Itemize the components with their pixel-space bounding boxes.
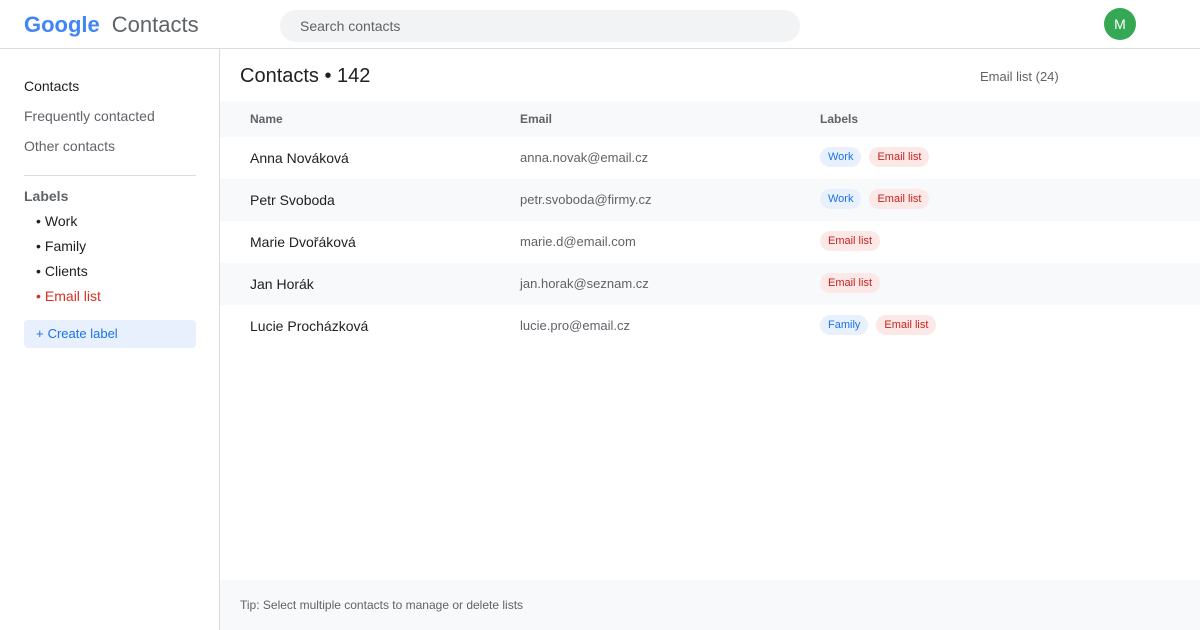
label-chip-family[interactable]: Family xyxy=(820,315,869,335)
create-label-text: Create label xyxy=(47,326,118,341)
search-bar xyxy=(280,10,800,42)
active-filter-badge[interactable]: Email list (24) xyxy=(980,69,1059,85)
label-chip-work[interactable]: Work xyxy=(820,147,862,167)
table-row[interactable]: Marie Dvořáková marie.d@email.com Email … xyxy=(220,221,1200,263)
contact-name: Jan Horák xyxy=(250,276,314,292)
footer-tip-text: Tip: Select multiple contacts to manage … xyxy=(240,598,524,612)
label-chip-email-list[interactable]: Email list xyxy=(869,147,930,167)
contact-labels: Email list xyxy=(820,273,881,293)
contact-labels: Email list xyxy=(820,231,881,251)
column-header-name[interactable]: Name xyxy=(250,101,283,137)
page-title: Contacts • 142 xyxy=(240,65,371,87)
label-chip-email-list[interactable]: Email list xyxy=(869,189,930,209)
sidebar: Contacts Frequently contacted Other cont… xyxy=(0,49,220,630)
tip-footer: Tip: Select multiple contacts to manage … xyxy=(220,580,1200,630)
table-row[interactable]: Petr Svoboda petr.svoboda@firmy.cz Work … xyxy=(220,179,1200,221)
sidebar-label-text: Email list xyxy=(44,288,101,304)
contact-email: petr.svoboda@firmy.cz xyxy=(520,192,652,207)
sidebar-label-family[interactable]: • Family xyxy=(36,237,86,255)
contact-email: lucie.pro@email.cz xyxy=(520,318,631,333)
sidebar-label-clients[interactable]: • Clients xyxy=(36,262,88,280)
label-chip-email-list[interactable]: Email list xyxy=(876,315,937,335)
contact-labels: Family Email list xyxy=(820,315,937,335)
sidebar-item-frequently-contacted[interactable]: Frequently contacted xyxy=(24,107,155,125)
contact-email: anna.novak@email.cz xyxy=(520,150,649,165)
label-bullet: • xyxy=(36,213,41,229)
contact-labels: Work Email list xyxy=(820,189,930,209)
labels-heading: Labels xyxy=(24,188,69,204)
contact-labels: Work Email list xyxy=(820,147,930,167)
table-header: Name Email Labels xyxy=(220,101,1200,137)
label-bullet: • xyxy=(36,238,41,254)
avatar[interactable]: M xyxy=(1104,8,1136,40)
sidebar-item-other-contacts[interactable]: Other contacts xyxy=(24,137,115,155)
label-chip-work[interactable]: Work xyxy=(820,189,862,209)
table-row[interactable]: Lucie Procházková lucie.pro@email.cz Fam… xyxy=(220,305,1200,347)
contact-name: Anna Nováková xyxy=(250,150,349,166)
search-input[interactable] xyxy=(280,10,800,42)
sidebar-label-work[interactable]: • Work xyxy=(36,212,77,230)
label-chip-email-list[interactable]: Email list xyxy=(820,273,881,293)
app-logo[interactable]: Google Contacts xyxy=(24,11,199,39)
sidebar-label-text: Clients xyxy=(44,263,88,279)
column-header-email[interactable]: Email xyxy=(520,101,552,137)
logo-product-text: Contacts xyxy=(111,12,199,37)
contact-email: jan.horak@seznam.cz xyxy=(520,276,649,291)
sidebar-label-text: Work xyxy=(44,213,78,229)
label-bullet: • xyxy=(36,263,41,279)
plus-icon: + xyxy=(36,326,44,341)
label-chip-email-list[interactable]: Email list xyxy=(820,231,881,251)
sidebar-label-text: Family xyxy=(44,238,87,254)
contacts-table: Name Email Labels Anna Nováková anna.nov… xyxy=(220,101,1200,347)
main-content: Contacts • 142 Email list (24) Name Emai… xyxy=(220,49,1200,630)
contact-name: Lucie Procházková xyxy=(250,318,369,334)
contact-email: marie.d@email.com xyxy=(520,234,636,249)
table-row[interactable]: Anna Nováková anna.novak@email.cz Work E… xyxy=(220,137,1200,179)
contact-name: Marie Dvořáková xyxy=(250,234,356,250)
app-header: Google Contacts M xyxy=(0,0,1200,49)
column-header-labels[interactable]: Labels xyxy=(820,101,858,137)
logo-google-text: Google xyxy=(24,12,100,37)
sidebar-label-email-list[interactable]: • Email list xyxy=(36,287,101,305)
contact-name: Petr Svoboda xyxy=(250,192,335,208)
create-label-button[interactable]: + Create label xyxy=(24,320,196,348)
sidebar-item-contacts[interactable]: Contacts xyxy=(24,77,79,95)
sidebar-divider xyxy=(24,175,196,176)
table-row[interactable]: Jan Horák jan.horak@seznam.cz Email list xyxy=(220,263,1200,305)
label-bullet: • xyxy=(36,288,41,304)
